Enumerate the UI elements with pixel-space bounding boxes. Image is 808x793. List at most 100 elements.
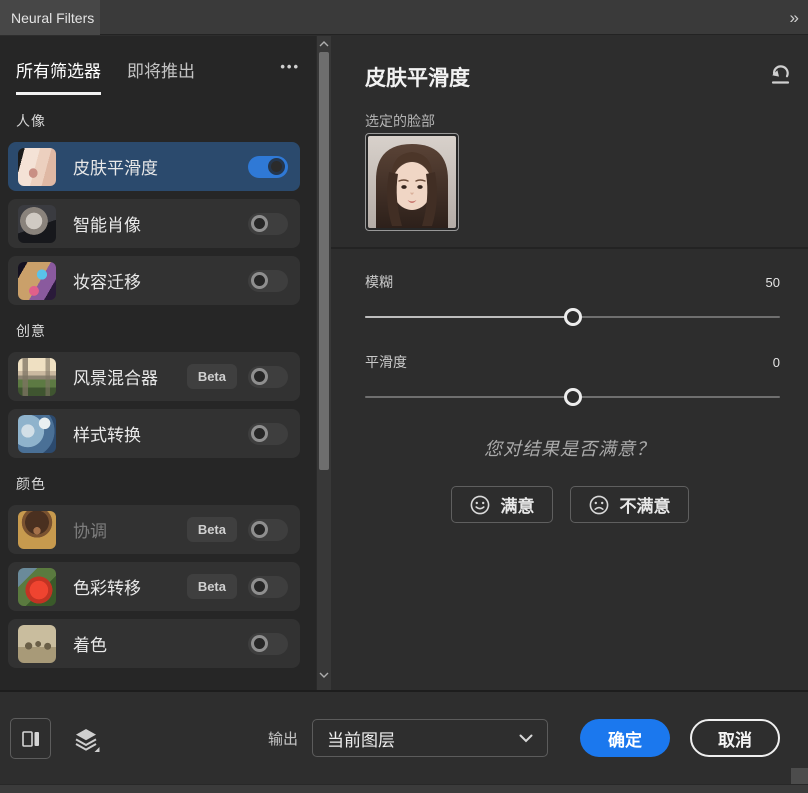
beta-badge: Beta bbox=[187, 574, 237, 599]
filter-item-colorize[interactable]: 着色 bbox=[8, 619, 300, 668]
scrollbar-thumb[interactable] bbox=[319, 52, 329, 470]
selected-face-thumbnail[interactable] bbox=[365, 133, 459, 231]
filter-item-harmonization[interactable]: 协调 Beta bbox=[8, 505, 300, 554]
filter-item-label: 妆容迁移 bbox=[73, 268, 141, 293]
section-divider bbox=[331, 247, 808, 249]
toggle-colorize[interactable] bbox=[248, 633, 288, 655]
unsatisfied-button[interactable]: 不满意 bbox=[570, 486, 689, 523]
toggle-knob bbox=[251, 368, 268, 385]
filter-item-label: 色彩转移 bbox=[73, 574, 141, 599]
toggle-knob bbox=[251, 521, 268, 538]
output-label: 输出 bbox=[268, 719, 298, 757]
footer-bar: 输出 当前图层 确定 取消 bbox=[0, 690, 808, 784]
filter-item-skin-smoothing[interactable]: 皮肤平滑度 bbox=[8, 142, 300, 191]
toggle-skin-smoothing[interactable] bbox=[248, 156, 288, 178]
colorize-thumbnail-icon bbox=[18, 625, 56, 663]
face-portrait-image bbox=[368, 136, 456, 228]
resize-grip[interactable] bbox=[791, 768, 808, 784]
landscape-mixer-thumbnail-icon bbox=[18, 358, 56, 396]
slider-head: 平滑度 0 bbox=[365, 352, 780, 372]
ellipsis-menu-icon[interactable]: ••• bbox=[280, 57, 300, 74]
slider-value: 50 bbox=[766, 275, 780, 290]
reset-icon[interactable] bbox=[766, 60, 794, 88]
toggle-color-transfer[interactable] bbox=[248, 576, 288, 598]
toggle-knob bbox=[268, 158, 285, 175]
split-view-icon bbox=[21, 729, 41, 749]
section-label: 颜色 bbox=[16, 474, 316, 494]
toggle-knob bbox=[251, 425, 268, 442]
beta-badge: Beta bbox=[187, 517, 237, 542]
toggle-makeup-transfer[interactable] bbox=[248, 270, 288, 292]
filter-item-label: 风景混合器 bbox=[73, 364, 158, 389]
frown-icon bbox=[588, 494, 610, 516]
beta-badge: Beta bbox=[187, 364, 237, 389]
style-transfer-thumbnail-icon bbox=[18, 415, 56, 453]
title-bar: Neural Filters » bbox=[0, 0, 808, 35]
makeup-transfer-thumbnail-icon bbox=[18, 262, 56, 300]
tab-coming-soon[interactable]: 即将推出 bbox=[127, 57, 195, 92]
preview-split-button[interactable] bbox=[10, 718, 51, 759]
satisfied-label: 满意 bbox=[501, 492, 535, 517]
slider-group-1: 平滑度 0 bbox=[365, 352, 780, 398]
slider-knob[interactable] bbox=[564, 388, 582, 406]
output-dropdown[interactable]: 当前图层 bbox=[312, 719, 548, 757]
feedback-section: 您对结果是否满意？ 满意 bbox=[331, 435, 808, 523]
dialog-tab-label: Neural Filters bbox=[11, 10, 94, 26]
slider-label: 平滑度 bbox=[365, 352, 407, 372]
satisfied-button[interactable]: 满意 bbox=[451, 486, 553, 523]
status-strip bbox=[0, 784, 808, 793]
filter-item-makeup-transfer[interactable]: 妆容迁移 bbox=[8, 256, 300, 305]
smart-portrait-thumbnail-icon bbox=[18, 205, 56, 243]
filter-sidebar: 所有筛选器 即将推出 ••• 人像皮肤平滑度智能肖像妆容迁移创意风景混合器Bet… bbox=[0, 36, 316, 690]
filter-item-label: 智能肖像 bbox=[73, 211, 141, 236]
slider-head: 模糊 50 bbox=[365, 272, 780, 292]
color-transfer-thumbnail-icon bbox=[18, 568, 56, 606]
section-label: 创意 bbox=[16, 321, 316, 341]
selected-face-label: 选定的脸部 bbox=[365, 111, 435, 131]
toggle-knob bbox=[251, 578, 268, 595]
slider-label: 模糊 bbox=[365, 272, 393, 292]
tab-all-filters[interactable]: 所有筛选器 bbox=[16, 57, 101, 95]
sidebar-tabs: 所有筛选器 即将推出 ••• bbox=[0, 36, 316, 95]
slider-track[interactable] bbox=[365, 316, 780, 318]
output-dropdown-value: 当前图层 bbox=[327, 726, 395, 751]
feedback-question: 您对结果是否满意？ bbox=[331, 435, 808, 461]
filter-item-label: 协调 bbox=[73, 517, 107, 542]
skin-smoothing-thumbnail-icon bbox=[18, 148, 56, 186]
sliders: 模糊 50 平滑度 0 bbox=[365, 272, 780, 398]
slider-track[interactable] bbox=[365, 396, 780, 398]
slider-value: 0 bbox=[773, 355, 780, 370]
harmonization-thumbnail-icon bbox=[18, 511, 56, 549]
smiley-icon bbox=[469, 494, 491, 516]
neural-filters-dialog: Neural Filters » 所有筛选器 即将推出 ••• 人像皮肤平滑度智… bbox=[0, 0, 808, 793]
filter-item-smart-portrait[interactable]: 智能肖像 bbox=[8, 199, 300, 248]
detail-title: 皮肤平滑度 bbox=[365, 62, 470, 92]
toggle-landscape-mixer[interactable] bbox=[248, 366, 288, 388]
filter-item-label: 皮肤平滑度 bbox=[73, 154, 158, 179]
toggle-harmonization[interactable] bbox=[248, 519, 288, 541]
toggle-knob bbox=[251, 272, 268, 289]
layers-flyout-button[interactable] bbox=[66, 719, 106, 759]
unsatisfied-label: 不满意 bbox=[620, 492, 671, 517]
chevron-down-icon bbox=[519, 734, 533, 743]
toggle-knob bbox=[251, 215, 268, 232]
cancel-button[interactable]: 取消 bbox=[690, 719, 780, 757]
toggle-style-transfer[interactable] bbox=[248, 423, 288, 445]
scrollbar-up-icon[interactable] bbox=[317, 37, 331, 51]
filter-item-landscape-mixer[interactable]: 风景混合器 Beta bbox=[8, 352, 300, 401]
filter-item-label: 着色 bbox=[73, 631, 107, 656]
dialog-tab[interactable]: Neural Filters bbox=[0, 0, 100, 35]
collapse-panel-icon[interactable]: » bbox=[790, 0, 799, 35]
detail-pane: 皮肤平滑度 选定的脸部 bbox=[331, 36, 808, 690]
sidebar-sections: 人像皮肤平滑度智能肖像妆容迁移创意风景混合器Beta样式转换颜色协调Beta色彩… bbox=[0, 111, 316, 668]
slider-knob[interactable] bbox=[564, 308, 582, 326]
ok-button[interactable]: 确定 bbox=[580, 719, 670, 757]
sidebar-scrollbar[interactable] bbox=[316, 36, 331, 690]
filter-item-label: 样式转换 bbox=[73, 421, 141, 446]
slider-group-0: 模糊 50 bbox=[365, 272, 780, 318]
toggle-smart-portrait[interactable] bbox=[248, 213, 288, 235]
filter-item-color-transfer[interactable]: 色彩转移 Beta bbox=[8, 562, 300, 611]
scrollbar-down-icon[interactable] bbox=[317, 668, 331, 682]
filter-item-style-transfer[interactable]: 样式转换 bbox=[8, 409, 300, 458]
toggle-knob bbox=[251, 635, 268, 652]
